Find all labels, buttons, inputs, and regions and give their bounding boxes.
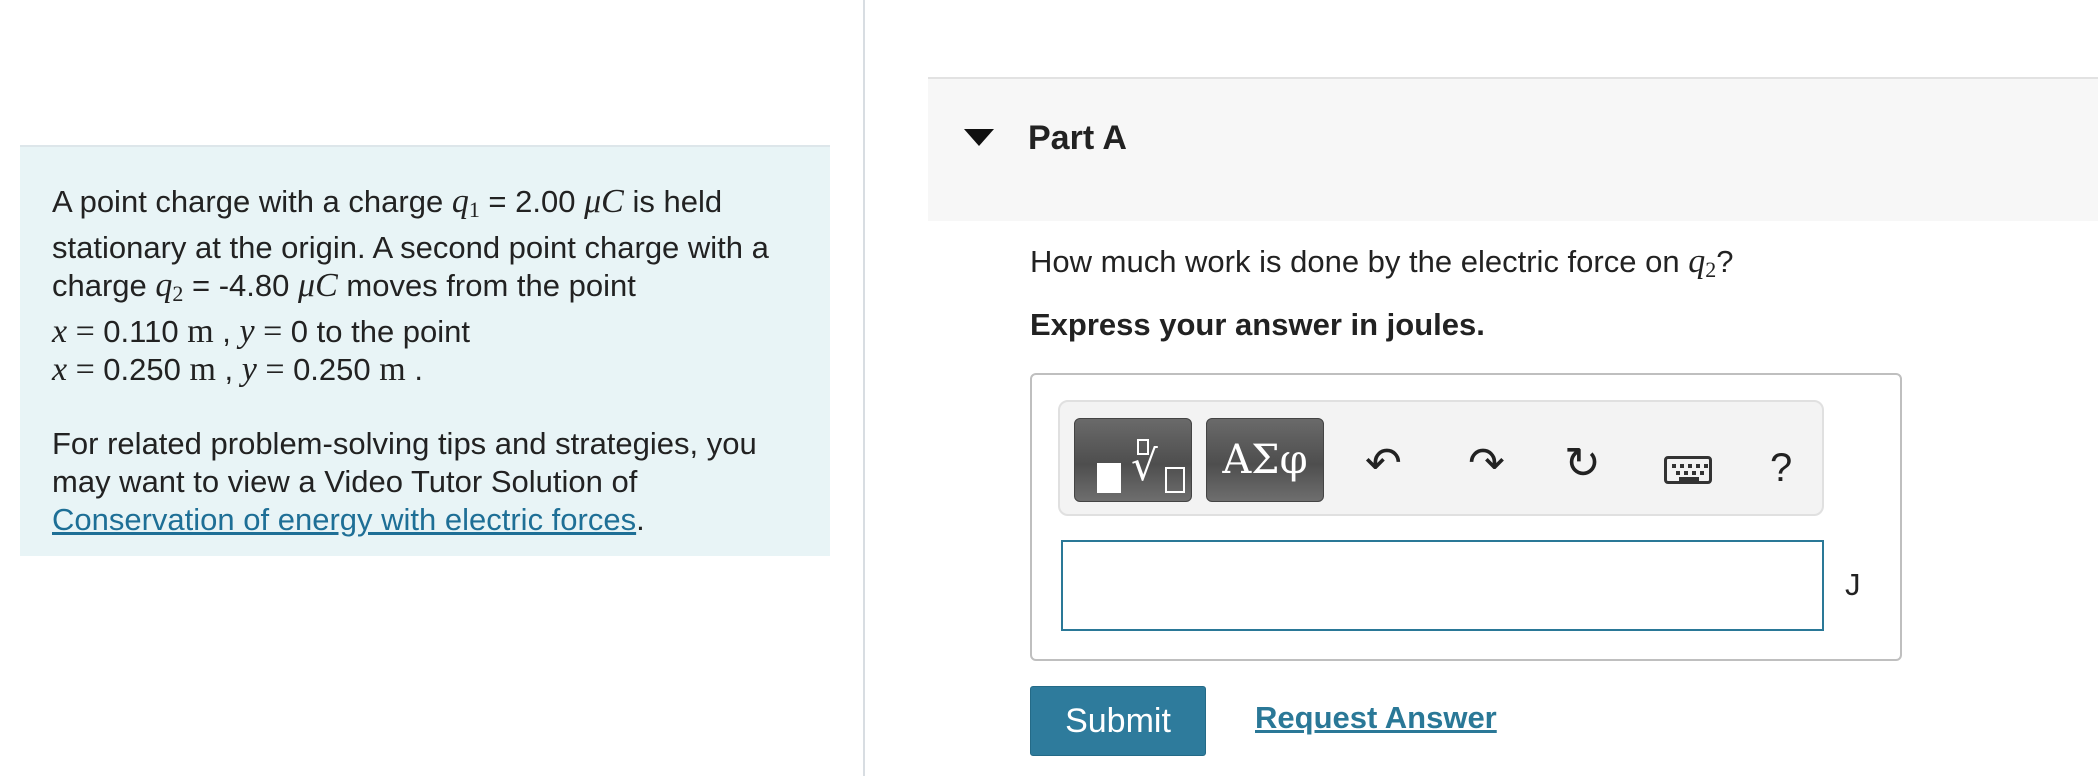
problem-statement: A point charge with a charge q1 = 2.00 μ… — [20, 145, 830, 556]
start-x-value: 0.110 — [103, 314, 179, 349]
greek-symbols-button[interactable]: ΑΣφ — [1206, 418, 1324, 502]
help-icon[interactable]: ? — [1770, 446, 1792, 490]
keyboard-icon[interactable] — [1664, 456, 1712, 484]
redo-icon[interactable]: ↷ — [1468, 442, 1505, 486]
templates-button[interactable]: √ — [1074, 418, 1192, 502]
q2-subscript: 2 — [1705, 257, 1717, 282]
q1-symbol: q — [451, 183, 469, 220]
undo-icon[interactable]: ↶ — [1365, 442, 1402, 486]
math-toolbar: √ ΑΣφ ↶ ↷ ↻ ? — [1058, 400, 1824, 516]
part-title: Part A — [1028, 119, 1127, 157]
greek-symbols-label: ΑΣφ — [1222, 437, 1308, 483]
x-symbol: x — [52, 351, 68, 388]
answer-input[interactable] — [1061, 540, 1824, 631]
end-y-value: 0.250 — [293, 352, 371, 387]
problem-pane: A point charge with a charge q1 = 2.00 μ… — [0, 0, 863, 776]
tips-text: For related problem-solving tips and str… — [52, 426, 757, 499]
q2-symbol: q — [1688, 243, 1706, 280]
q2-subscript: 2 — [172, 281, 184, 306]
equals: = — [67, 351, 104, 388]
answer-unit: J — [1845, 567, 1861, 602]
part-header[interactable]: Part A — [928, 77, 2098, 221]
answer-instruction: Express your answer in joules. — [1030, 307, 1485, 342]
q1-subscript: 1 — [468, 197, 480, 222]
problem-text: = 2.00 — [479, 184, 585, 219]
q1-unit: μC — [584, 183, 624, 220]
equals: = — [254, 313, 291, 350]
problem-text: is held — [623, 184, 723, 219]
end-x-value: 0.250 — [103, 352, 181, 387]
problem-text: charge — [52, 268, 156, 303]
submit-button[interactable]: Submit — [1030, 686, 1206, 756]
tips-paragraph: For related problem-solving tips and str… — [52, 425, 798, 539]
comma: , — [213, 314, 240, 349]
collapse-caret-icon[interactable] — [964, 129, 994, 146]
period: . — [405, 352, 423, 387]
comma: , — [215, 352, 242, 387]
video-tutor-link[interactable]: Conservation of energy with electric for… — [52, 502, 636, 537]
radical-icon: √ — [1131, 441, 1158, 490]
meter-unit: m — [379, 351, 406, 388]
question-prefix: How much work is done by the electric fo… — [1030, 244, 1689, 279]
y-symbol: y — [241, 351, 257, 388]
reset-icon[interactable]: ↻ — [1564, 442, 1601, 486]
request-answer-link[interactable]: Request Answer — [1255, 700, 1497, 736]
template-block-icon — [1097, 463, 1121, 493]
equals: = — [67, 313, 104, 350]
template-box-icon — [1165, 467, 1185, 493]
y-symbol: y — [239, 313, 255, 350]
problem-text: = -4.80 — [183, 268, 299, 303]
problem-text: to the point — [308, 314, 471, 349]
x-symbol: x — [52, 313, 68, 350]
problem-text: moves from the point — [337, 268, 636, 303]
equals: = — [256, 351, 294, 388]
problem-text: A point charge with a charge — [52, 184, 452, 219]
problem-paragraph: A point charge with a charge q1 = 2.00 μ… — [52, 183, 798, 389]
start-y-value: 0 — [290, 314, 309, 349]
meter-unit: m — [187, 313, 214, 350]
meter-unit: m — [189, 351, 216, 388]
tips-period: . — [636, 502, 645, 537]
q2-symbol: q — [155, 267, 173, 304]
q2-unit: μC — [298, 267, 338, 304]
problem-text: stationary at the origin. A second point… — [52, 230, 769, 265]
question-mark: ? — [1716, 244, 1734, 279]
question-text: How much work is done by the electric fo… — [1030, 243, 1733, 283]
answer-pane: Part A How much work is done by the elec… — [865, 0, 2098, 776]
